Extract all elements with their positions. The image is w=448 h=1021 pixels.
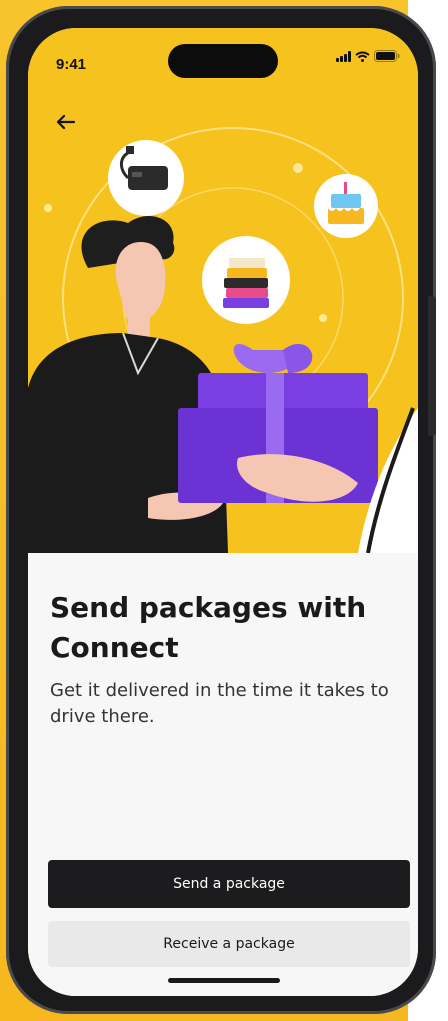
send-package-button[interactable]: Send a package xyxy=(48,860,410,908)
hero-svg xyxy=(28,127,418,553)
hero-illustration xyxy=(28,28,418,553)
page-subtitle: Get it delivered in the time it takes to… xyxy=(50,680,389,727)
dot xyxy=(44,204,52,212)
phone-frame: 9:41 Send packages with Connect Get it d… xyxy=(6,6,436,1014)
status-time: 9:41 xyxy=(56,56,87,73)
arrow-left-icon[interactable] xyxy=(54,110,82,134)
wifi-icon xyxy=(355,51,370,62)
dynamic-island xyxy=(168,44,278,78)
power-adapter-icon xyxy=(108,140,184,216)
cake-icon xyxy=(314,174,378,238)
screen: 9:41 Send packages with Connect Get it d… xyxy=(28,28,418,996)
books-icon xyxy=(202,236,290,324)
page-title: Send packages with Connect xyxy=(50,591,367,664)
signal-icon xyxy=(336,50,351,62)
side-button xyxy=(428,296,436,436)
dot xyxy=(293,163,303,173)
home-indicator xyxy=(168,978,280,983)
status-icons xyxy=(336,50,400,62)
dot xyxy=(319,314,327,322)
receive-package-button[interactable]: Receive a package xyxy=(48,921,410,967)
battery-icon xyxy=(374,50,400,62)
